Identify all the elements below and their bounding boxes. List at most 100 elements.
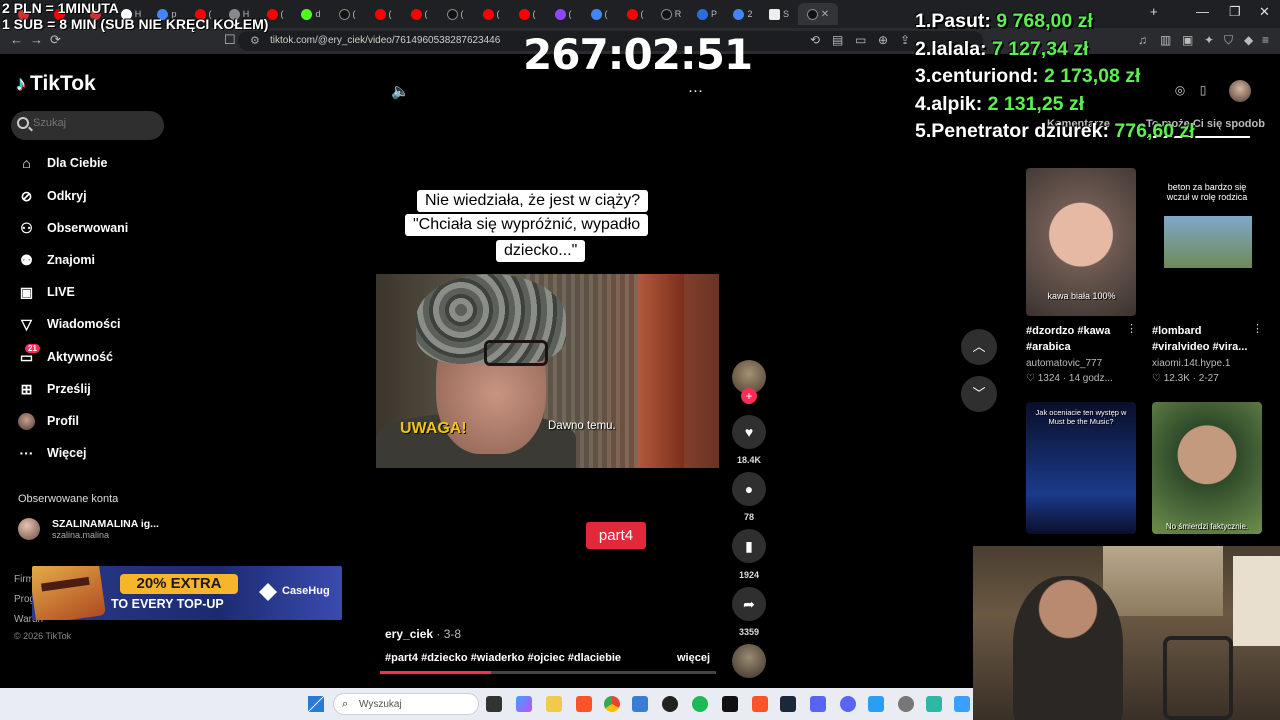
card-author[interactable]: automatovic_777 — [1026, 358, 1102, 369]
browser-tab[interactable]: S — [762, 3, 796, 25]
like-button[interactable]: ♥ — [732, 415, 766, 449]
save-button[interactable]: ▮ — [732, 529, 766, 563]
follow-button[interactable]: + — [741, 388, 757, 404]
tab-close-icon[interactable]: ✕ — [821, 9, 829, 20]
scroll-down-button[interactable]: ﹀ — [961, 376, 997, 412]
taskbar-app-icon[interactable] — [954, 696, 970, 712]
music-disc-avatar[interactable] — [732, 644, 766, 678]
brave-icon[interactable] — [576, 696, 592, 712]
browser-tab[interactable]: ( — [546, 3, 580, 25]
spotify-icon[interactable] — [692, 696, 708, 712]
translate-icon[interactable]: ⟲ — [810, 33, 820, 47]
scroll-up-button[interactable]: ︿ — [961, 329, 997, 365]
menu-icon[interactable]: ≡ — [1262, 33, 1269, 47]
share-button[interactable]: ➦ — [732, 587, 766, 621]
phone-icon[interactable]: ▯ — [1193, 80, 1213, 100]
brave-icon[interactable] — [752, 696, 768, 712]
footer-link[interactable]: Firm — [14, 574, 34, 585]
video-thumbnail[interactable]: No śmierdzi faktycznie. — [1152, 402, 1262, 534]
browser-tab[interactable]: ( — [474, 3, 508, 25]
shield-icon[interactable]: ⛉ — [1224, 33, 1233, 48]
forward-icon[interactable]: → — [30, 32, 43, 47]
nav-item-friends[interactable]: ⚉ Znajomi — [18, 248, 95, 272]
browser-tab[interactable]: ( — [618, 3, 652, 25]
video-thumbnail[interactable]: Jak oceniacie ten występ w Must be the M… — [1026, 402, 1136, 534]
share-arrow-icon: ➦ — [743, 595, 755, 612]
taskbar-app-icon[interactable] — [632, 696, 648, 712]
nav-item-explore[interactable]: ⊘ Odkryj — [18, 184, 87, 208]
nav-item-for-you[interactable]: ⌂ Dla Ciebie — [18, 151, 107, 175]
video-author[interactable]: ery_ciek · 3-8 — [385, 627, 461, 641]
nav-item-live[interactable]: ▣ LIVE — [18, 280, 75, 304]
card-author[interactable]: xiaomi.14t.hype.1 — [1152, 358, 1230, 369]
nav-item-upload[interactable]: ⊞ Prześlij — [18, 377, 91, 401]
video-hashtags[interactable]: #part4 #dziecko #wiaderko #ojciec #dlaci… — [385, 652, 621, 664]
copilot-icon[interactable] — [516, 696, 532, 712]
taskbar-app-icon[interactable] — [868, 696, 884, 712]
video-progress-bar[interactable] — [380, 671, 716, 674]
volume-icon[interactable]: 🔈 — [391, 82, 410, 100]
maximize-icon[interactable]: ❐ — [1229, 4, 1241, 20]
author-name[interactable]: ery_ciek — [385, 627, 433, 641]
browser-tab[interactable]: 2 — [726, 3, 760, 25]
card-title[interactable]: #lombard #viralvideo #vira... — [1152, 323, 1257, 355]
taskbar-app-icon[interactable] — [722, 696, 738, 712]
file-explorer-icon[interactable] — [546, 696, 562, 712]
nav-item-messages[interactable]: ▽ Wiadomości — [18, 312, 120, 336]
url-text[interactable]: tiktok.com/@ery_ciek/video/7614960538287… — [270, 35, 500, 46]
search-bar[interactable] — [11, 111, 164, 140]
taskbar-app-icon[interactable] — [926, 696, 942, 712]
video-player[interactable]: UWAGA! Dawno temu. — [376, 274, 719, 468]
friends-icon: ⚉ — [20, 251, 33, 268]
windows-start-icon[interactable] — [308, 696, 324, 712]
reload-icon[interactable]: ⟳ — [50, 32, 61, 48]
browser-tab[interactable]: ( — [366, 3, 400, 25]
window-close-icon[interactable]: ✕ — [1259, 4, 1270, 20]
discord-icon[interactable] — [810, 696, 826, 712]
comment-button[interactable]: ● — [732, 472, 766, 506]
browser-tab[interactable]: P — [690, 3, 724, 25]
browser-tab[interactable]: R — [654, 3, 688, 25]
more-link[interactable]: więcej — [677, 652, 710, 664]
back-icon[interactable]: ← — [10, 32, 23, 47]
browser-tab[interactable]: ( — [438, 3, 472, 25]
zoom-icon[interactable]: ⊕ — [878, 33, 888, 47]
browser-tab[interactable]: ( — [582, 3, 616, 25]
nav-item-activity[interactable]: ▭ 21 Aktywność — [18, 343, 113, 369]
nav-item-following[interactable]: ⚇ Obserwowani — [18, 216, 128, 240]
nav-item-more[interactable]: ··· Więcej — [18, 441, 87, 465]
bookmark-icon[interactable]: ☐ — [224, 32, 236, 48]
card-menu-icon[interactable]: ⋮ — [1252, 322, 1263, 335]
browser-tab[interactable]: ( — [402, 3, 436, 25]
site-info-icon[interactable]: ⚙ — [250, 34, 260, 47]
obs-icon[interactable] — [662, 696, 678, 712]
card-title[interactable]: #dzordzo #kawa #arabica — [1026, 323, 1131, 355]
more-options-icon[interactable]: ··· — [688, 82, 703, 99]
brave-rewards-icon[interactable]: ◆ — [1244, 33, 1253, 47]
video-thumbnail[interactable]: beton za bardzo się wczuł w rolę rodzica — [1152, 168, 1262, 316]
browser-tab-active[interactable]: ✕ — [798, 3, 838, 25]
share-icon[interactable]: ⇪ — [900, 33, 910, 47]
settings-icon[interactable] — [898, 696, 914, 712]
taskbar-search[interactable]: ⌕ Wyszukaj — [333, 693, 479, 715]
extensions-icon[interactable]: ✦ — [1204, 33, 1214, 47]
browser-tab[interactable]: ( — [330, 3, 364, 25]
card-menu-icon[interactable]: ⋮ — [1126, 322, 1137, 335]
avatar[interactable] — [1229, 80, 1251, 102]
nav-item-profile[interactable]: Profil — [18, 409, 79, 433]
discord-icon[interactable] — [840, 696, 856, 712]
search-input[interactable] — [33, 117, 153, 129]
steam-icon[interactable] — [780, 696, 796, 712]
video-thumbnail[interactable]: kawa biała 100% — [1026, 168, 1136, 316]
tiktok-logo[interactable]: ♪ TikTok — [16, 72, 96, 96]
casehug-ad-banner[interactable]: 20% EXTRA TO EVERY TOP-UP CaseHug — [32, 566, 342, 620]
followed-account[interactable]: SZALINAMALINA ig... szalina.malina — [18, 518, 159, 540]
browser-tab[interactable]: d — [294, 3, 328, 25]
browser-tab[interactable]: ( — [510, 3, 544, 25]
minimize-icon[interactable]: — — [1196, 4, 1209, 19]
task-view-icon[interactable] — [486, 696, 502, 712]
chrome-icon[interactable] — [604, 696, 620, 712]
cast-icon[interactable]: ▭ — [855, 33, 866, 47]
compass-icon: ⊘ — [20, 187, 33, 204]
reader-icon[interactable]: ▤ — [832, 33, 843, 47]
